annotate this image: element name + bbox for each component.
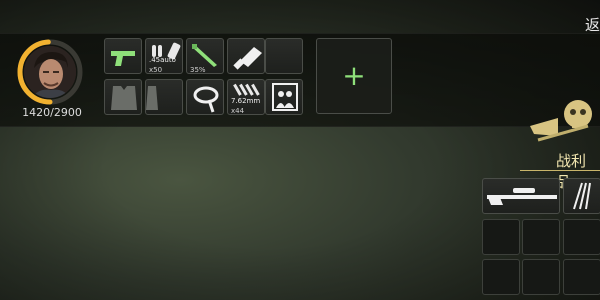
arrows-icon [573,182,591,210]
loot-slot-empty[interactable] [482,219,520,255]
loot-slot-empty[interactable] [522,259,560,295]
add-slot-button[interactable]: + [316,38,392,114]
slot-flashlight[interactable] [227,38,265,74]
loot-slot-empty[interactable] [563,259,600,295]
ammo-762-label: 7.62mm [231,97,261,105]
slot-vest-right[interactable] [145,79,183,115]
loot-slot-empty[interactable] [563,219,600,255]
ammo-45-count: x50 [149,66,163,74]
slot-photo[interactable] [265,79,303,115]
vest-icon-extension [146,86,158,110]
loot-slot-empty[interactable] [522,219,560,255]
ammo-45-label: .45auto [149,56,176,64]
flashlight-icon [233,47,262,70]
sniper-rifle-icon [487,188,557,205]
skull-emblem-icon [530,100,592,142]
slot-knife[interactable]: 35% [186,38,224,74]
bandage-icon [193,86,219,113]
back-button[interactable]: 返 [585,14,600,35]
loot-slot-arrows[interactable] [563,178,600,214]
slot-bandage[interactable] [186,79,224,115]
slot-vest-left[interactable] [104,79,142,115]
slot-ammo-45[interactable]: .45auto x50 [145,38,183,74]
ammo-762-count: x44 [231,107,245,115]
loot-slot-empty[interactable] [482,259,520,295]
pistol-icon [111,51,135,66]
slot-flashlight-extra[interactable] [265,38,303,74]
hp-text: 1420/2900 [22,106,82,119]
knife-durability: 35% [190,66,206,74]
slot-pistol[interactable] [104,38,142,74]
player-avatar[interactable] [16,38,84,106]
loot-divider [520,170,600,171]
avatar-portrait [24,46,76,98]
slot-ammo-762[interactable]: 7.62mm x44 [227,79,265,115]
loot-slot-rifle[interactable] [482,178,560,214]
vest-icon [111,86,137,110]
photo-icon [272,83,298,111]
